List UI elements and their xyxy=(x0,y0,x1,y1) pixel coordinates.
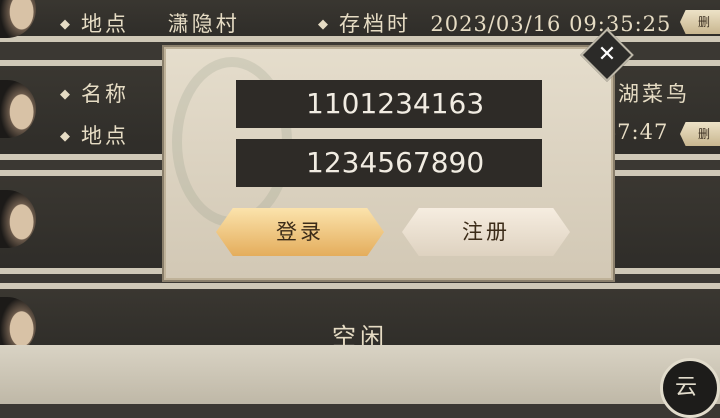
delete-button[interactable]: 删 xyxy=(680,122,720,146)
slot-save-time: ◆ 存档时 2023/03/16 09:35:25 xyxy=(318,8,671,38)
account-field[interactable]: 1101234163 xyxy=(236,80,542,128)
login-button[interactable]: 登录 xyxy=(216,208,384,256)
diamond-icon: ◆ xyxy=(318,17,331,32)
slot-name-right: 湖菜鸟 xyxy=(618,78,690,108)
location-value: 潇隐村 xyxy=(167,12,240,36)
save-slot-4[interactable]: 空闲 xyxy=(0,283,720,355)
character-avatar xyxy=(0,80,36,138)
slot-location: ◆ 地点 潇隐村 xyxy=(60,8,240,38)
place-label: 地点 xyxy=(81,124,129,148)
diamond-icon: ◆ xyxy=(60,87,73,102)
password-field[interactable]: 1234567890 xyxy=(236,139,542,187)
diamond-icon: ◆ xyxy=(60,129,73,144)
cloud-label: 云 xyxy=(675,375,698,400)
save-time-value: 2023/03/16 09:35:25 xyxy=(430,12,672,36)
login-dialog: 1101234163 1234567890 登录 注册 xyxy=(164,47,613,280)
name-value-right: 湖菜鸟 xyxy=(618,82,690,106)
character-avatar xyxy=(0,190,36,248)
delete-button[interactable]: 删 xyxy=(680,10,720,34)
diamond-icon: ◆ xyxy=(60,17,73,32)
close-icon: ✕ xyxy=(597,42,617,67)
cloud-save-button[interactable]: 云 xyxy=(660,358,720,418)
save-time-label: 存档时 xyxy=(339,12,411,36)
bottom-panel xyxy=(0,345,720,404)
location-label: 地点 xyxy=(81,12,129,36)
name-label: 名称 xyxy=(81,82,129,106)
register-button[interactable]: 注册 xyxy=(402,208,570,256)
character-avatar xyxy=(0,0,36,38)
